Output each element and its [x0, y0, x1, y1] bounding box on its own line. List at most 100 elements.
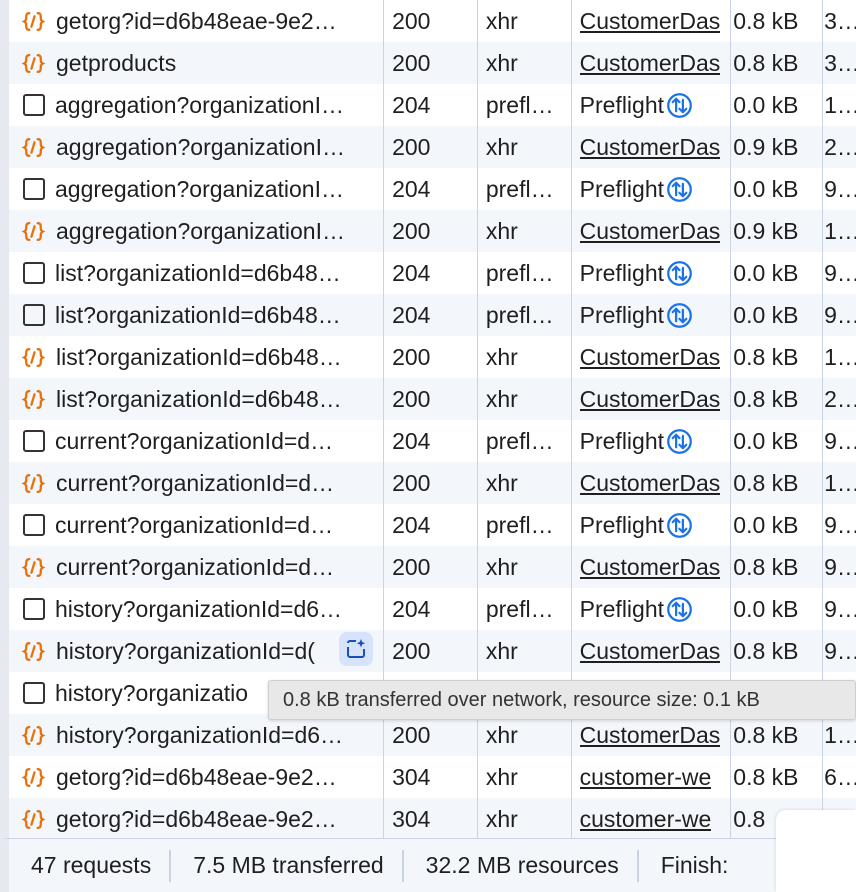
name-cell[interactable]: history?organizationId=d(	[9, 630, 382, 672]
table-row[interactable]: current?organizationId=d… 204 prefl… Prefli…	[9, 504, 856, 546]
initiator-cell: CustomerDas	[570, 546, 724, 588]
status-cell: 204	[392, 91, 431, 118]
type-cell: xhr	[476, 378, 570, 420]
initiator-cell: CustomerDas	[570, 210, 724, 252]
name-cell[interactable]: aggregation?organizationI…	[9, 168, 382, 210]
type-cell: prefl…	[476, 252, 570, 294]
preflight-icon[interactable]	[666, 512, 693, 539]
size-cell: 0.8 kB	[733, 7, 799, 34]
table-row[interactable]: aggregation?organizationI… 200 xhr Customer…	[9, 210, 856, 252]
name-cell[interactable]: current?organizationId=d…	[9, 546, 382, 588]
table-row[interactable]: list?organizationId=d6b48… 200 xhr Customer…	[9, 378, 856, 420]
type-cell: xhr	[476, 462, 570, 504]
size-cell: 0.0 kB	[733, 259, 799, 286]
table-row[interactable]: getorg?id=d6b48eae-9e2… 304 xhr customer-we…	[9, 798, 856, 838]
name-cell[interactable]: list?organizationId=d6b48…	[9, 252, 382, 294]
table-row[interactable]: list?organizationId=d6b48… 200 xhr Customer…	[9, 336, 856, 378]
ai-assistance-button[interactable]	[339, 632, 373, 666]
table-row[interactable]: history?organizationId=d6… 204 prefl… Prefl…	[9, 588, 856, 630]
table-row[interactable]: current?organizationId=d… 200 xhr CustomerD…	[9, 546, 856, 588]
status-cell: 204	[392, 259, 431, 286]
type-text: xhr	[485, 805, 518, 832]
size-cell: 0.8 kB	[733, 469, 799, 496]
request-name: aggregation?organizationI…	[55, 175, 344, 202]
name-cell[interactable]: history?organizationId=d6…	[9, 714, 382, 756]
name-cell[interactable]: getproducts	[9, 42, 382, 84]
request-name: history?organizationId=d(	[56, 637, 315, 664]
name-cell[interactable]: history?organizationId=d6…	[9, 588, 382, 630]
preflight-icon[interactable]	[666, 596, 693, 623]
document-icon	[23, 514, 45, 536]
name-cell[interactable]: getorg?id=d6b48eae-9e2…	[9, 756, 382, 798]
initiator-cell: Preflight	[570, 252, 724, 294]
document-icon	[23, 304, 45, 326]
initiator-link[interactable]: CustomerDas	[580, 554, 721, 581]
initiator-cell: Preflight	[570, 588, 724, 630]
table-row[interactable]: getorg?id=d6b48eae-9e2… 304 xhr customer-we…	[9, 756, 856, 798]
type-cell: xhr	[476, 336, 570, 378]
overlay-panel	[776, 810, 856, 892]
type-text: xhr	[485, 469, 518, 496]
request-name: getorg?id=d6b48eae-9e2…	[56, 763, 337, 790]
table-row[interactable]: history?organizationId=d(200 xhr CustomerD…	[9, 630, 856, 672]
initiator-cell: customer-we	[570, 798, 724, 838]
size-cell: 0.0 kB	[733, 301, 799, 328]
initiator-link[interactable]: customer-we	[580, 764, 712, 791]
ai-sparkle-icon	[347, 639, 366, 658]
type-text: xhr	[485, 217, 518, 244]
type-cell: xhr	[476, 756, 570, 798]
initiator-link[interactable]: CustomerDas	[580, 50, 721, 77]
name-cell[interactable]: list?organizationId=d6b48…	[9, 378, 382, 420]
table-row[interactable]: history?organizationId=d6… 200 xhr Customer…	[9, 714, 856, 756]
initiator-cell: Preflight	[570, 420, 724, 462]
name-cell[interactable]: list?organizationId=d6b48…	[9, 336, 382, 378]
name-cell[interactable]: current?organizationId=d…	[9, 504, 382, 546]
name-cell[interactable]: getorg?id=d6b48eae-9e2…	[9, 0, 382, 42]
xhr-fetch-icon	[21, 345, 46, 370]
type-cell: xhr	[476, 630, 570, 672]
size-cell: 0.8 kB	[733, 637, 799, 664]
name-cell[interactable]: aggregation?organizationI…	[9, 210, 382, 252]
name-cell[interactable]: current?organizationId=d…	[9, 420, 382, 462]
preflight-icon[interactable]	[666, 176, 693, 203]
type-text: prefl…	[485, 595, 554, 622]
preflight-icon[interactable]	[666, 302, 693, 329]
table-row[interactable]: list?organizationId=d6b48… 204 prefl… Prefl…	[9, 252, 856, 294]
initiator-link[interactable]: CustomerDas	[580, 470, 721, 497]
table-row[interactable]: getorg?id=d6b48eae-9e2… 200 xhr CustomerDas…	[9, 0, 856, 42]
request-name: list?organizationId=d6b48…	[56, 385, 342, 412]
table-row[interactable]: getproducts200xhrCustomerDas0.8 kB3…	[9, 42, 856, 84]
xhr-fetch-icon	[21, 765, 46, 790]
initiator-link[interactable]: CustomerDas	[580, 638, 721, 665]
name-cell[interactable]: list?organizationId=d6b48…	[9, 294, 382, 336]
table-row[interactable]: current?organizationId=d… 200 xhr CustomerD…	[9, 462, 856, 504]
name-cell[interactable]: aggregation?organizationI…	[9, 126, 382, 168]
status-cell: 304	[392, 763, 431, 790]
size-cell: 0.8 kB	[733, 721, 799, 748]
initiator-link[interactable]: CustomerDas	[580, 386, 721, 413]
resources-size: 32.2 MB resources	[425, 852, 619, 878]
name-cell[interactable]: getorg?id=d6b48eae-9e2…	[9, 798, 382, 838]
preflight-icon[interactable]	[666, 428, 693, 455]
preflight-icon[interactable]	[666, 92, 693, 119]
table-row[interactable]: current?organizationId=d… 204 prefl… Prefli…	[9, 420, 856, 462]
initiator-link[interactable]: CustomerDas	[580, 344, 721, 371]
initiator-link[interactable]: CustomerDas	[580, 218, 721, 245]
type-text: xhr	[485, 553, 518, 580]
initiator-cell: Preflight	[570, 84, 724, 126]
preflight-icon[interactable]	[666, 260, 693, 287]
table-row[interactable]: aggregation?organizationI… 204 prefl… Prefl…	[9, 168, 856, 210]
initiator-cell: CustomerDas	[570, 462, 724, 504]
name-cell[interactable]: current?organizationId=d…	[9, 462, 382, 504]
initiator-cell: CustomerDas	[570, 336, 724, 378]
status-cell: 304	[392, 805, 431, 832]
table-row[interactable]: aggregation?organizationI… 204 prefl… Prefl…	[9, 84, 856, 126]
initiator-link[interactable]: CustomerDas	[580, 134, 721, 161]
status-cell: 204	[392, 301, 431, 328]
name-cell[interactable]: aggregation?organizationI…	[9, 84, 382, 126]
initiator-link[interactable]: customer-we	[580, 806, 712, 833]
initiator-link[interactable]: CustomerDas	[580, 8, 721, 35]
table-row[interactable]: list?organizationId=d6b48… 204 prefl… Prefl…	[9, 294, 856, 336]
initiator-link[interactable]: CustomerDas	[580, 722, 721, 749]
table-row[interactable]: aggregation?organizationI… 200 xhr Customer…	[9, 126, 856, 168]
